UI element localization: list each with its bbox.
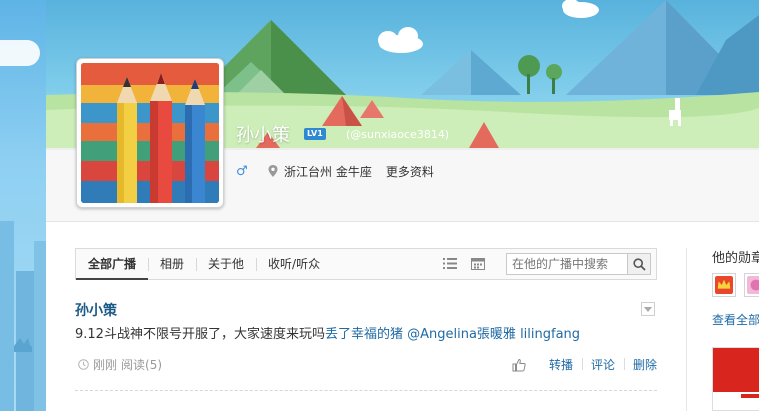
view-mode-toggle (443, 257, 485, 270)
location-text: 浙江台州 金牛座 (284, 164, 372, 179)
list-view-icon[interactable] (443, 257, 457, 270)
post-actions: 转播 评论 删除 (512, 356, 657, 373)
clock-icon (78, 359, 89, 370)
post-time[interactable]: 刚刚 (93, 356, 117, 373)
chevron-down-icon (644, 306, 652, 312)
left-background-strip (0, 0, 46, 411)
cloud-decoration (0, 40, 40, 66)
view-all-medals-link[interactable]: 查看全部 (712, 311, 759, 328)
delete-button[interactable]: 删除 (623, 356, 657, 373)
tab-followers[interactable]: 收听/听众 (256, 249, 332, 279)
post-text: 9.12斗战神不限号开服了，大家速度来玩吗丢了幸福的猪 @Angelina張暖雅… (75, 326, 657, 344)
search-input[interactable] (507, 254, 627, 274)
post-author[interactable]: 孙小策 (75, 300, 657, 320)
tab-about[interactable]: 关于他 (196, 249, 256, 279)
feed-post: 孙小策 9.12斗战神不限号开服了，大家速度来玩吗丢了幸福的猪 @Angelin… (75, 300, 657, 372)
mention-link[interactable]: lilingfang (520, 327, 580, 342)
post-menu-toggle[interactable] (641, 302, 655, 316)
medal-badge[interactable] (744, 273, 759, 297)
search-button[interactable] (627, 254, 650, 274)
broadcast-search (506, 253, 651, 275)
location-pin-icon (268, 165, 278, 177)
promo-graphic (713, 348, 759, 410)
male-icon: ♂ (236, 163, 248, 179)
mention-link[interactable]: 丢了幸福的猪 (325, 327, 403, 342)
tab-album[interactable]: 相册 (148, 249, 196, 279)
level-badge[interactable]: LV1 (304, 128, 326, 140)
post-read-count: 阅读(5) (121, 358, 163, 372)
post-text-content: 9.12斗战神不限号开服了，大家速度来玩吗 (75, 327, 325, 342)
post-divider (75, 390, 657, 391)
sidebar-divider (686, 248, 687, 411)
post-meta: 刚刚 阅读(5) 转播 评论 删除 (75, 356, 657, 372)
tab-all-broadcasts[interactable]: 全部广播 (76, 249, 149, 280)
more-info-link[interactable]: 更多资料 (386, 163, 434, 180)
crown-medal-icon (715, 276, 733, 294)
calendar-view-icon[interactable] (471, 257, 485, 270)
star-medal-icon (747, 276, 759, 294)
profile-info-row: ♂ 浙江台州 金牛座 更多资料 (236, 163, 434, 179)
thumbs-up-icon[interactable] (512, 358, 526, 372)
profile-handle: (@sunxiaoce3814) (346, 128, 450, 141)
medals-title: 他的勋章 (712, 251, 759, 266)
post-meta-left: 刚刚 阅读(5) (78, 356, 162, 373)
repost-button[interactable]: 转播 (540, 356, 582, 373)
sidebar-promo-image[interactable] (712, 347, 759, 411)
search-icon (632, 257, 646, 271)
feed-tab-bar: 全部广播 相册 关于他 收听/听众 (75, 248, 657, 280)
profile-name: 孙小策 (236, 125, 290, 146)
city-skyline-decoration (0, 221, 46, 411)
avatar[interactable] (76, 58, 224, 208)
mention-link[interactable]: @Angelina張暖雅 (407, 327, 516, 342)
comment-button[interactable]: 评论 (581, 356, 624, 373)
medal-badge[interactable] (712, 273, 736, 297)
avatar-image (81, 63, 219, 203)
